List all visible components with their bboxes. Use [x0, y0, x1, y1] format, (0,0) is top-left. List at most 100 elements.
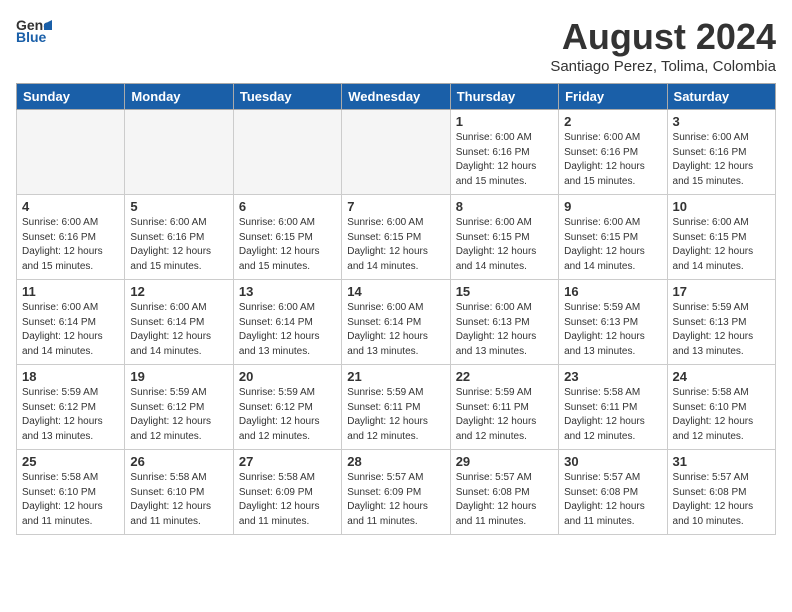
calendar-cell: 23Sunrise: 5:58 AMSunset: 6:11 PMDayligh… [559, 365, 667, 450]
cell-text: Sunrise: 5:58 AMSunset: 6:10 PMDaylight:… [22, 471, 119, 529]
cell-text: Sunrise: 5:58 AMSunset: 6:10 PMDaylight:… [673, 386, 770, 444]
day-number: 4 [22, 199, 119, 214]
weekday-header-thursday: Thursday [450, 84, 558, 110]
day-number: 18 [22, 369, 119, 384]
day-number: 30 [564, 454, 661, 469]
calendar-row-3: 18 Sunrise: 5:59 AMSunset: 6:12 PMDayligh… [17, 365, 776, 450]
cell-text: Sunrise: 6:00 AMSunset: 6:15 PMDaylight:… [673, 216, 770, 274]
day-number: 2 [564, 114, 661, 129]
calendar-cell: 18Sunrise: 5:59 AMSunset: 6:12 PMDayligh… [17, 365, 125, 450]
calendar-cell: 14 Sunrise: 6:00 AMSunset: 6:14 PMDayligh… [342, 280, 450, 365]
weekday-header-saturday: Saturday [667, 84, 775, 110]
calendar-cell: 9Sunrise: 6:00 AMSunset: 6:15 PMDaylight… [559, 195, 667, 280]
day-number: 20 [239, 369, 336, 384]
calendar-cell: 31 Sunrise: 5:57 AMSunset: 6:08 PMDayligh… [667, 450, 775, 535]
day-number: 14 [347, 284, 444, 299]
cell-text: Sunrise: 6:00 AMSunset: 6:15 PMDaylight:… [456, 216, 553, 274]
day-number: 24 [673, 369, 770, 384]
calendar-cell: 11Sunrise: 6:00 AMSunset: 6:14 PMDayligh… [17, 280, 125, 365]
day-number: 17 [673, 284, 770, 299]
calendar-row-4: 25 Sunrise: 5:58 AMSunset: 6:10 PMDayligh… [17, 450, 776, 535]
calendar-cell: 26 Sunrise: 5:58 AMSunset: 6:10 PMDayligh… [125, 450, 233, 535]
cell-text: Sunrise: 6:00 AMSunset: 6:16 PMDaylight:… [673, 131, 770, 189]
calendar-cell [233, 110, 341, 195]
calendar-cell: 20 Sunrise: 5:59 AMSunset: 6:12 PMDayligh… [233, 365, 341, 450]
day-number: 26 [130, 454, 227, 469]
calendar-cell: 25 Sunrise: 5:58 AMSunset: 6:10 PMDayligh… [17, 450, 125, 535]
day-number: 8 [456, 199, 553, 214]
location-title: Santiago Perez, Tolima, Colombia [550, 58, 776, 75]
calendar-cell: 7Sunrise: 6:00 AMSunset: 6:15 PMDaylight… [342, 195, 450, 280]
cell-text: Sunrise: 5:58 AMSunset: 6:09 PMDaylight:… [239, 471, 336, 529]
header: General Blue August 2024 Santiago Perez,… [16, 16, 776, 75]
calendar-table: SundayMondayTuesdayWednesdayThursdayFrid… [16, 83, 776, 535]
weekday-header-row: SundayMondayTuesdayWednesdayThursdayFrid… [17, 84, 776, 110]
calendar-cell: 22 Sunrise: 5:59 AMSunset: 6:11 PMDayligh… [450, 365, 558, 450]
day-number: 5 [130, 199, 227, 214]
cell-text: Sunrise: 5:59 AMSunset: 6:12 PMDaylight:… [130, 386, 227, 444]
calendar-cell: 12Sunrise: 6:00 AMSunset: 6:14 PMDayligh… [125, 280, 233, 365]
svg-text:Blue: Blue [16, 29, 47, 45]
day-number: 10 [673, 199, 770, 214]
title-area: August 2024 Santiago Perez, Tolima, Colo… [550, 16, 776, 75]
day-number: 3 [673, 114, 770, 129]
weekday-header-friday: Friday [559, 84, 667, 110]
day-number: 22 [456, 369, 553, 384]
calendar-cell: 15 Sunrise: 6:00 AMSunset: 6:13 PMDayligh… [450, 280, 558, 365]
cell-text: Sunrise: 6:00 AMSunset: 6:13 PMDaylight:… [456, 301, 553, 359]
calendar-cell: 1 Sunrise: 6:00 AMSunset: 6:16 PMDaylight… [450, 110, 558, 195]
day-number: 13 [239, 284, 336, 299]
cell-text: Sunrise: 5:59 AMSunset: 6:11 PMDaylight:… [456, 386, 553, 444]
calendar-cell: 2Sunrise: 6:00 AMSunset: 6:16 PMDaylight… [559, 110, 667, 195]
cell-text: Sunrise: 6:00 AMSunset: 6:16 PMDaylight:… [130, 216, 227, 274]
day-number: 21 [347, 369, 444, 384]
cell-text: Sunrise: 6:00 AMSunset: 6:14 PMDaylight:… [22, 301, 119, 359]
day-number: 31 [673, 454, 770, 469]
cell-text: Sunrise: 6:00 AMSunset: 6:15 PMDaylight:… [239, 216, 336, 274]
calendar-cell [125, 110, 233, 195]
cell-text: Sunrise: 6:00 AMSunset: 6:15 PMDaylight:… [347, 216, 444, 274]
calendar-cell: 16Sunrise: 5:59 AMSunset: 6:13 PMDayligh… [559, 280, 667, 365]
month-title: August 2024 [550, 16, 776, 58]
day-number: 23 [564, 369, 661, 384]
cell-text: Sunrise: 6:00 AMSunset: 6:16 PMDaylight:… [22, 216, 119, 274]
cell-text: Sunrise: 5:59 AMSunset: 6:12 PMDaylight:… [239, 386, 336, 444]
calendar-cell: 30 Sunrise: 5:57 AMSunset: 6:08 PMDayligh… [559, 450, 667, 535]
calendar-cell: 17 Sunrise: 5:59 AMSunset: 6:13 PMDayligh… [667, 280, 775, 365]
calendar-cell: 13 Sunrise: 6:00 AMSunset: 6:14 PMDayligh… [233, 280, 341, 365]
calendar-row-1: 4 Sunrise: 6:00 AMSunset: 6:16 PMDaylight… [17, 195, 776, 280]
day-number: 1 [456, 114, 553, 129]
cell-text: Sunrise: 6:00 AMSunset: 6:14 PMDaylight:… [239, 301, 336, 359]
cell-text: Sunrise: 5:59 AMSunset: 6:13 PMDaylight:… [564, 301, 661, 359]
calendar-row-0: 1 Sunrise: 6:00 AMSunset: 6:16 PMDaylight… [17, 110, 776, 195]
cell-text: Sunrise: 6:00 AMSunset: 6:16 PMDaylight:… [456, 131, 553, 189]
calendar-cell: 4 Sunrise: 6:00 AMSunset: 6:16 PMDaylight… [17, 195, 125, 280]
calendar-cell: 24 Sunrise: 5:58 AMSunset: 6:10 PMDayligh… [667, 365, 775, 450]
calendar-cell: 5 Sunrise: 6:00 AMSunset: 6:16 PMDaylight… [125, 195, 233, 280]
cell-text: Sunrise: 5:58 AMSunset: 6:10 PMDaylight:… [130, 471, 227, 529]
logo: General Blue [16, 16, 52, 46]
calendar-cell: 19 Sunrise: 5:59 AMSunset: 6:12 PMDayligh… [125, 365, 233, 450]
cell-text: Sunrise: 5:57 AMSunset: 6:08 PMDaylight:… [564, 471, 661, 529]
cell-text: Sunrise: 6:00 AMSunset: 6:14 PMDaylight:… [347, 301, 444, 359]
cell-text: Sunrise: 5:57 AMSunset: 6:09 PMDaylight:… [347, 471, 444, 529]
calendar-cell: 21Sunrise: 5:59 AMSunset: 6:11 PMDayligh… [342, 365, 450, 450]
cell-text: Sunrise: 6:00 AMSunset: 6:15 PMDaylight:… [564, 216, 661, 274]
calendar-cell [342, 110, 450, 195]
weekday-header-wednesday: Wednesday [342, 84, 450, 110]
day-number: 27 [239, 454, 336, 469]
cell-text: Sunrise: 5:59 AMSunset: 6:13 PMDaylight:… [673, 301, 770, 359]
calendar-cell: 3 Sunrise: 6:00 AMSunset: 6:16 PMDaylight… [667, 110, 775, 195]
calendar-cell [17, 110, 125, 195]
day-number: 25 [22, 454, 119, 469]
calendar-cell: 29Sunrise: 5:57 AMSunset: 6:08 PMDayligh… [450, 450, 558, 535]
day-number: 15 [456, 284, 553, 299]
calendar-row-2: 11Sunrise: 6:00 AMSunset: 6:14 PMDayligh… [17, 280, 776, 365]
day-number: 19 [130, 369, 227, 384]
cell-text: Sunrise: 5:57 AMSunset: 6:08 PMDaylight:… [456, 471, 553, 529]
calendar-cell: 28Sunrise: 5:57 AMSunset: 6:09 PMDayligh… [342, 450, 450, 535]
cell-text: Sunrise: 5:57 AMSunset: 6:08 PMDaylight:… [673, 471, 770, 529]
weekday-header-monday: Monday [125, 84, 233, 110]
calendar-cell: 8 Sunrise: 6:00 AMSunset: 6:15 PMDaylight… [450, 195, 558, 280]
cell-text: Sunrise: 6:00 AMSunset: 6:14 PMDaylight:… [130, 301, 227, 359]
